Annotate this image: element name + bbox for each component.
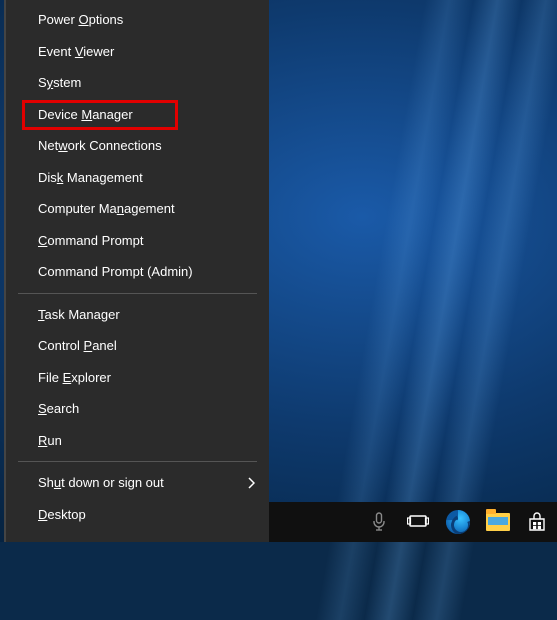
menu-item-label: Network Connections: [38, 138, 162, 153]
microphone-icon: [372, 512, 386, 532]
menu-item-control-panel[interactable]: Control Panel: [6, 330, 269, 362]
menu-item-device-manager[interactable]: Device Manager: [6, 99, 269, 131]
menu-item-label: Control Panel: [38, 338, 117, 353]
menu-item-event-viewer[interactable]: Event Viewer: [6, 36, 269, 68]
task-view-button[interactable]: [399, 502, 439, 542]
menu-item-power-options[interactable]: Power Options: [6, 4, 269, 36]
menu-item-label: File Explorer: [38, 370, 111, 385]
store-button[interactable]: [517, 502, 557, 542]
menu-item-file-explorer[interactable]: File Explorer: [6, 362, 269, 394]
menu-item-label: Event Viewer: [38, 44, 114, 59]
menu-item-search[interactable]: Search: [6, 393, 269, 425]
menu-separator: [18, 461, 257, 462]
cortana-button[interactable]: [359, 502, 399, 542]
menu-item-network-connections[interactable]: Network Connections: [6, 130, 269, 162]
file-explorer-button[interactable]: [478, 502, 518, 542]
menu-item-shut-down-or-sign-out[interactable]: Shut down or sign out: [6, 467, 269, 499]
menu-item-label: Power Options: [38, 12, 123, 27]
chevron-right-icon: [247, 477, 255, 489]
winx-context-menu: Power Options Event Viewer System Device Ma…: [4, 0, 269, 542]
folder-icon: [486, 513, 510, 531]
task-view-icon: [407, 514, 429, 530]
menu-item-label: System: [38, 75, 81, 90]
menu-item-label: Desktop: [38, 507, 86, 522]
menu-item-run[interactable]: Run: [6, 425, 269, 457]
menu-item-label: Search: [38, 401, 79, 416]
store-icon: [526, 511, 548, 533]
menu-item-label: Device Manager: [38, 107, 133, 122]
menu-item-desktop[interactable]: Desktop: [6, 499, 269, 531]
menu-separator: [18, 293, 257, 294]
edge-button[interactable]: [438, 502, 478, 542]
menu-item-computer-management[interactable]: Computer Management: [6, 193, 269, 225]
menu-item-command-prompt-admin[interactable]: Command Prompt (Admin): [6, 256, 269, 288]
menu-item-task-manager[interactable]: Task Manager: [6, 299, 269, 331]
menu-item-label: Run: [38, 433, 62, 448]
menu-item-label: Command Prompt (Admin): [38, 264, 193, 279]
menu-item-label: Command Prompt: [38, 233, 143, 248]
menu-item-disk-management[interactable]: Disk Management: [6, 162, 269, 194]
taskbar: [269, 502, 557, 542]
menu-item-system[interactable]: System: [6, 67, 269, 99]
menu-item-label: Shut down or sign out: [38, 475, 164, 490]
edge-icon: [446, 510, 470, 534]
menu-item-label: Computer Management: [38, 201, 175, 216]
menu-item-label: Task Manager: [38, 307, 120, 322]
menu-item-label: Disk Management: [38, 170, 143, 185]
menu-item-command-prompt[interactable]: Command Prompt: [6, 225, 269, 257]
